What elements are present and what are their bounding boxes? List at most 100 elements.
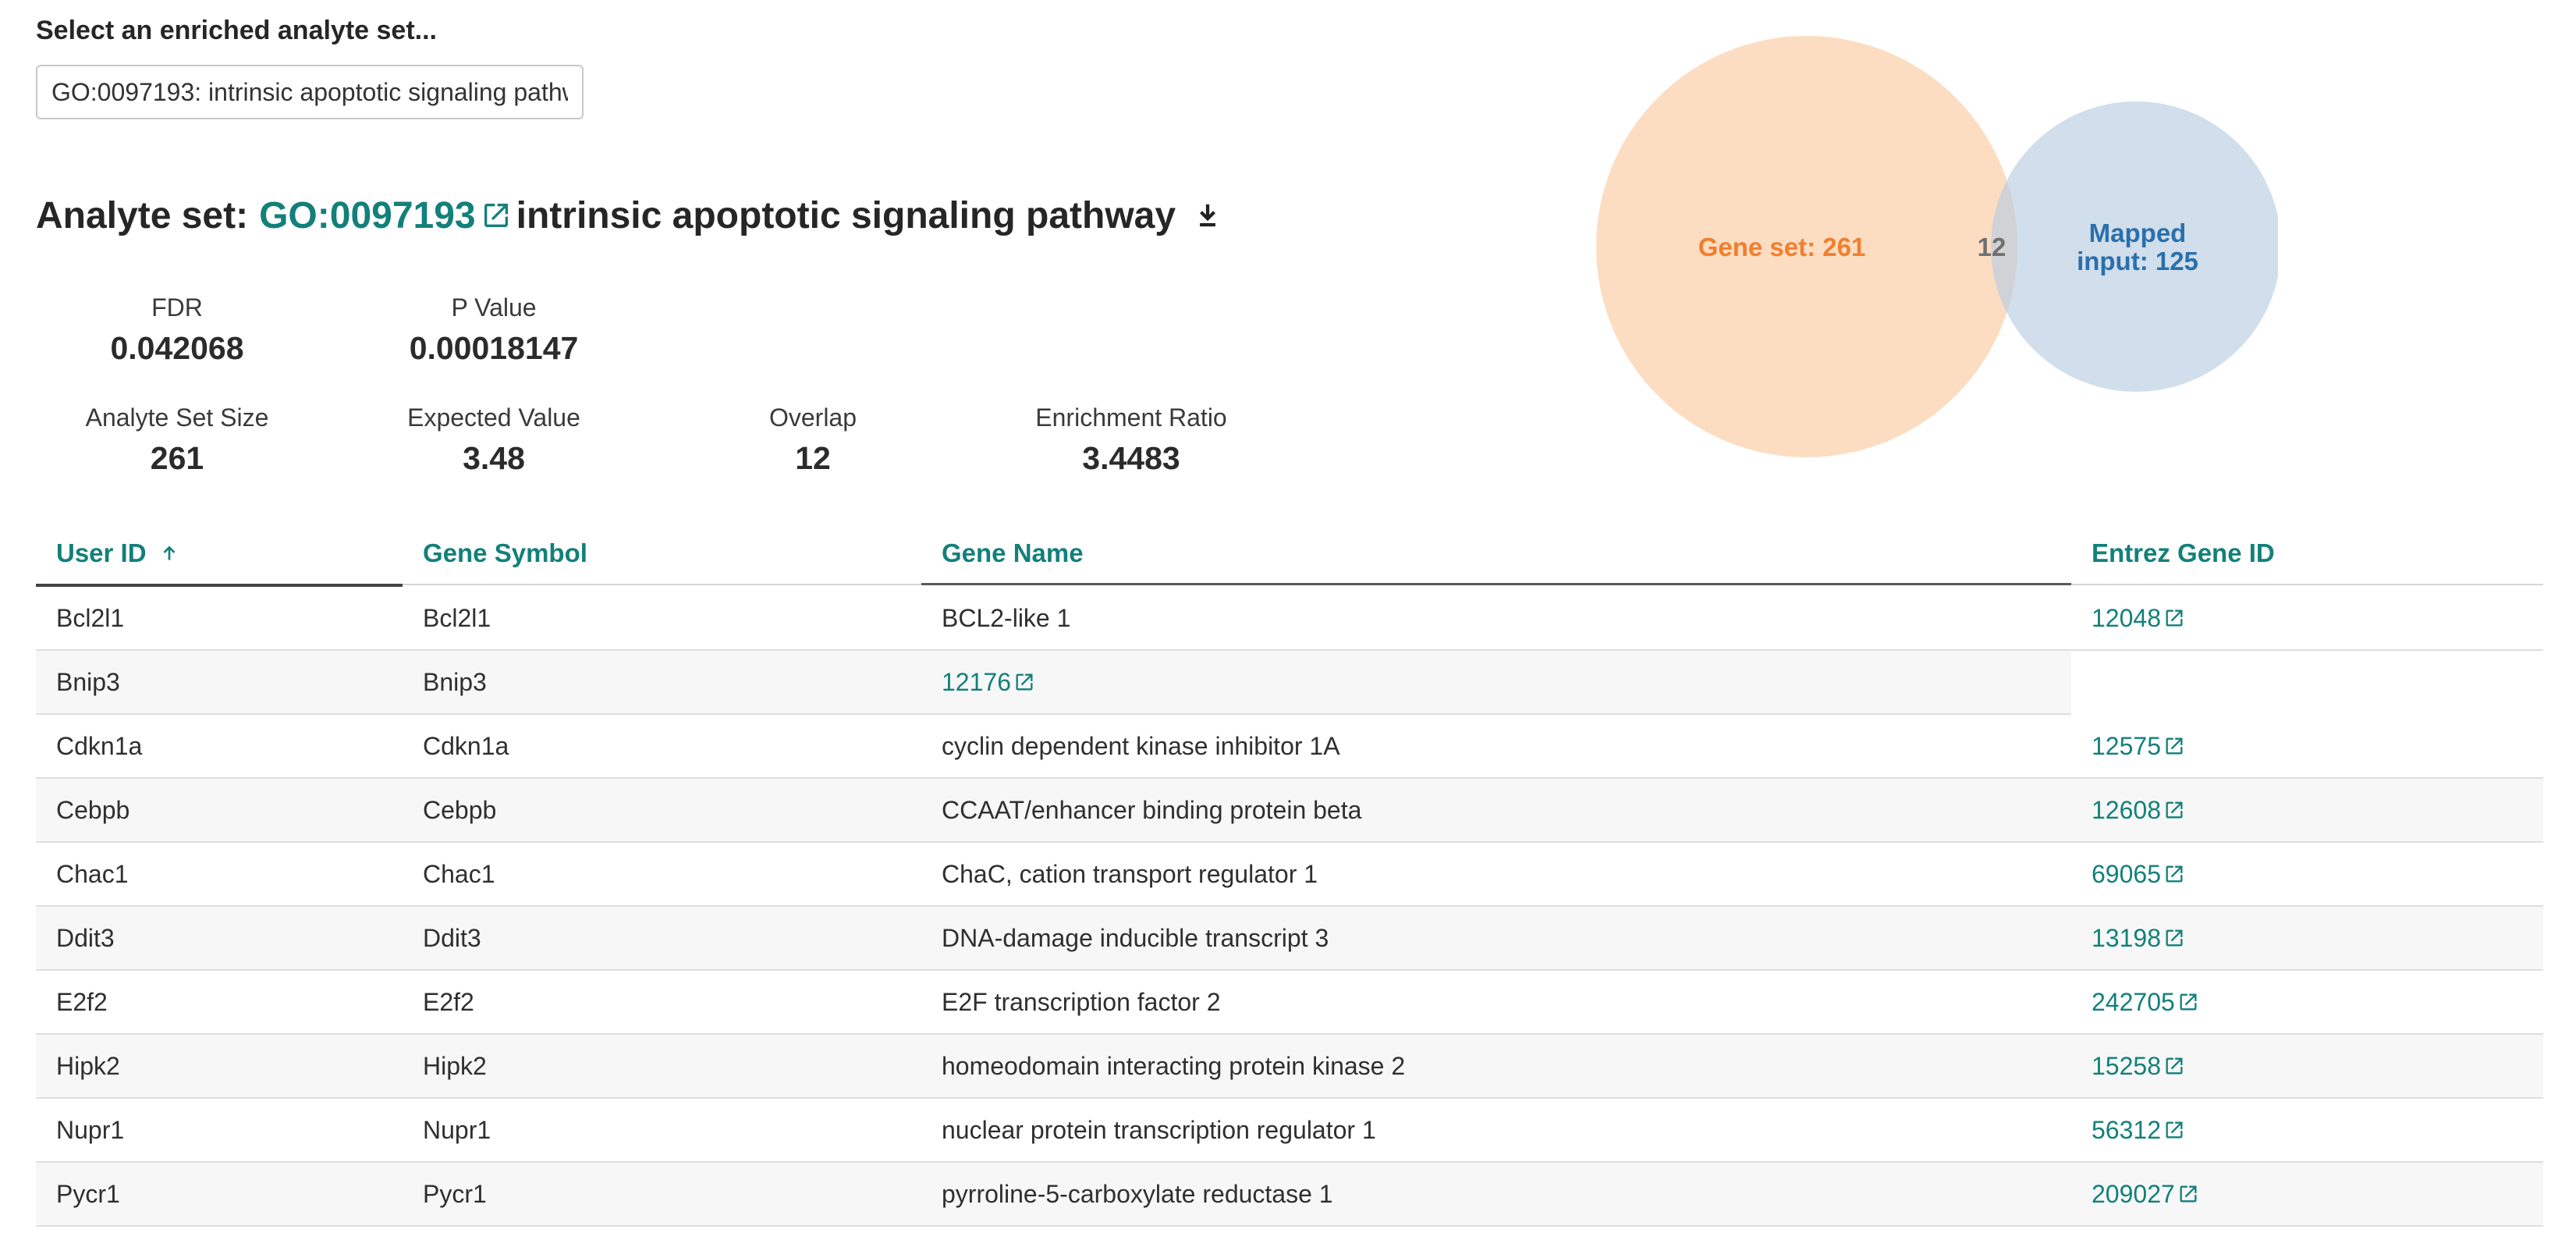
venn-mapped-label-line1: Mapped (2089, 219, 2187, 247)
download-icon[interactable] (1194, 200, 1221, 231)
stat-fdr: FDR 0.042068 (37, 292, 318, 368)
cell-gene-name: pyrroline-5-carboxylate reductase 1 (942, 1179, 1333, 1208)
cell-gene-name: CCAAT/enhancer binding protein beta (942, 795, 1362, 824)
gene-table: User ID Gene Symbol Gene Name Entrez Gen… (36, 523, 2543, 1227)
cell-gene-symbol: Pycr1 (423, 1179, 487, 1208)
stat-overlap: Overlap 12 (672, 402, 953, 478)
venn-overlap-label: 12 (1978, 233, 2007, 261)
go-term-id: GO:0097193 (259, 194, 476, 236)
table-row: Bcl2l1 Bcl2l1 BCL2-like 1 12048 (36, 587, 2543, 651)
table-row: E2f2 E2f2 E2F transcription factor 2 242705 (36, 971, 2543, 1035)
cell-gene-symbol: Hipk2 (423, 1051, 487, 1080)
entrez-gene-id: 13198 (2092, 923, 2161, 952)
analyte-set-prefix: Analyte set: (36, 194, 249, 236)
cell-entrez-gene-id: 12176 (921, 651, 2071, 713)
entrez-gene-id: 15258 (2092, 1051, 2161, 1080)
stat-overlap-value: 12 (795, 440, 831, 476)
column-header-label: Gene Symbol (423, 538, 587, 567)
stat-pvalue-label: P Value (451, 293, 537, 322)
external-link-icon (2166, 737, 2183, 755)
external-link-icon (1016, 673, 1033, 691)
cell-entrez-gene-id: 15258 (2071, 1035, 2543, 1097)
table-header: User ID Gene Symbol Gene Name Entrez Gen… (36, 523, 2543, 587)
stat-pvalue-value: 0.00018147 (409, 330, 579, 366)
stat-overlap-label: Overlap (768, 403, 857, 432)
cell-gene-name: DNA-damage inducible transcript 3 (942, 923, 1329, 952)
stat-fdr-label: FDR (151, 293, 203, 322)
cell-user-id: Cdkn1a (56, 731, 143, 760)
table-row: Cebpb Cebpb CCAAT/enhancer binding protein… (36, 779, 2543, 843)
analyte-set-picker-label: Select an enriched analyte set... (36, 16, 438, 45)
entrez-gene-id: 69065 (2092, 859, 2161, 888)
external-link-icon (2166, 609, 2183, 627)
table-row: Pycr1 Pycr1 pyrroline-5-carboxylate reduct… (36, 1163, 2543, 1227)
column-header-gene-name[interactable]: Gene Name (921, 523, 2071, 585)
external-link-icon (2180, 1185, 2197, 1203)
stat-expected-label: Expected Value (407, 403, 580, 432)
cell-gene-symbol: Bcl2l1 (423, 603, 491, 632)
sort-ascending-icon[interactable] (159, 542, 179, 564)
column-header-label: Gene Name (942, 538, 1084, 567)
stat-enrichment-label: Enrichment Ratio (1035, 403, 1227, 432)
entrez-gene-link[interactable]: 13198 (2092, 924, 2185, 953)
entrez-gene-link[interactable]: 242705 (2092, 988, 2199, 1017)
cell-gene-name: BCL2-like 1 (942, 603, 1071, 632)
entrez-gene-id: 12575 (2092, 731, 2161, 760)
cell-gene-symbol: Bnip3 (423, 667, 487, 696)
venn-gene-set-label: Gene set: 261 (1698, 233, 1866, 261)
stat-set-size-value: 261 (150, 440, 204, 476)
table-body: Bcl2l1 Bcl2l1 BCL2-like 1 12048 Bnip3 Bnip3 12… (36, 587, 2543, 1227)
stat-enrichment: Enrichment Ratio 3.4483 (991, 402, 1272, 478)
external-link-icon (2166, 865, 2183, 883)
entrez-gene-link[interactable]: 12048 (2092, 604, 2185, 633)
cell-user-id: E2f2 (56, 987, 108, 1016)
cell-user-id: Bnip3 (56, 667, 120, 696)
stat-set-size: Analyte Set Size 261 (37, 402, 318, 478)
entrez-gene-link[interactable]: 56312 (2092, 1116, 2185, 1145)
cell-gene-symbol: Cdkn1a (423, 731, 509, 760)
external-link-icon (2166, 929, 2183, 947)
external-link-icon (484, 204, 508, 227)
analyte-set-name: intrinsic apoptotic signaling pathway (516, 194, 1176, 236)
stat-expected: Expected Value 3.48 (353, 402, 634, 478)
go-term-link[interactable]: GO:0097193 (259, 194, 512, 237)
cell-user-id: Ddit3 (56, 923, 115, 952)
column-header-user-id[interactable]: User ID (36, 523, 403, 587)
cell-gene-symbol: Cebpb (423, 795, 497, 824)
column-header-gene-symbol[interactable]: Gene Symbol (403, 523, 921, 585)
table-row: Bnip3 Bnip3 12176 (36, 651, 2543, 715)
analyte-set-picker-input[interactable] (36, 65, 584, 119)
stat-set-size-label: Analyte Set Size (85, 403, 269, 432)
cell-user-id: Chac1 (56, 859, 129, 888)
stat-pvalue: P Value 0.00018147 (353, 292, 634, 368)
cell-user-id: Nupr1 (56, 1115, 125, 1144)
external-link-icon (2180, 993, 2197, 1011)
column-header-label: User ID (56, 538, 147, 567)
cell-gene-name: nuclear protein transcription regulator … (942, 1115, 1376, 1144)
entrez-gene-link[interactable]: 12575 (2092, 732, 2185, 761)
entrez-gene-id: 12176 (942, 667, 1011, 696)
cell-user-id: Cebpb (56, 795, 130, 824)
stat-expected-value: 3.48 (463, 440, 525, 476)
entrez-gene-link[interactable]: 12176 (942, 668, 1035, 697)
table-row: Cdkn1a Cdkn1a cyclin dependent kinase inhi… (36, 715, 2543, 779)
entrez-gene-link[interactable]: 15258 (2092, 1052, 2185, 1081)
external-link-icon (2166, 1121, 2183, 1139)
venn-mapped-label-line2: input: 125 (2077, 247, 2198, 275)
cell-entrez-gene-id: 69065 (2071, 843, 2543, 905)
cell-gene-name: E2F transcription factor 2 (942, 987, 1221, 1016)
entrez-gene-id: 209027 (2092, 1179, 2175, 1208)
entrez-gene-link[interactable]: 12608 (2092, 796, 2185, 825)
venn-diagram: Gene set: 261 12 Mapped input: 125 (1596, 36, 2278, 457)
cell-user-id: Pycr1 (56, 1179, 120, 1208)
cell-user-id: Hipk2 (56, 1051, 120, 1080)
stat-enrichment-value: 3.4483 (1082, 440, 1180, 476)
entrez-gene-link[interactable]: 69065 (2092, 860, 2185, 889)
cell-entrez-gene-id: 12608 (2071, 779, 2543, 841)
column-header-entrez-gene-id[interactable]: Entrez Gene ID (2071, 523, 2543, 585)
empty-cell (2071, 651, 2543, 715)
cell-entrez-gene-id: 12575 (2071, 715, 2543, 777)
entrez-gene-link[interactable]: 209027 (2092, 1180, 2199, 1209)
cell-gene-name: homeodomain interacting protein kinase 2 (942, 1051, 1406, 1080)
cell-entrez-gene-id: 13198 (2071, 907, 2543, 969)
